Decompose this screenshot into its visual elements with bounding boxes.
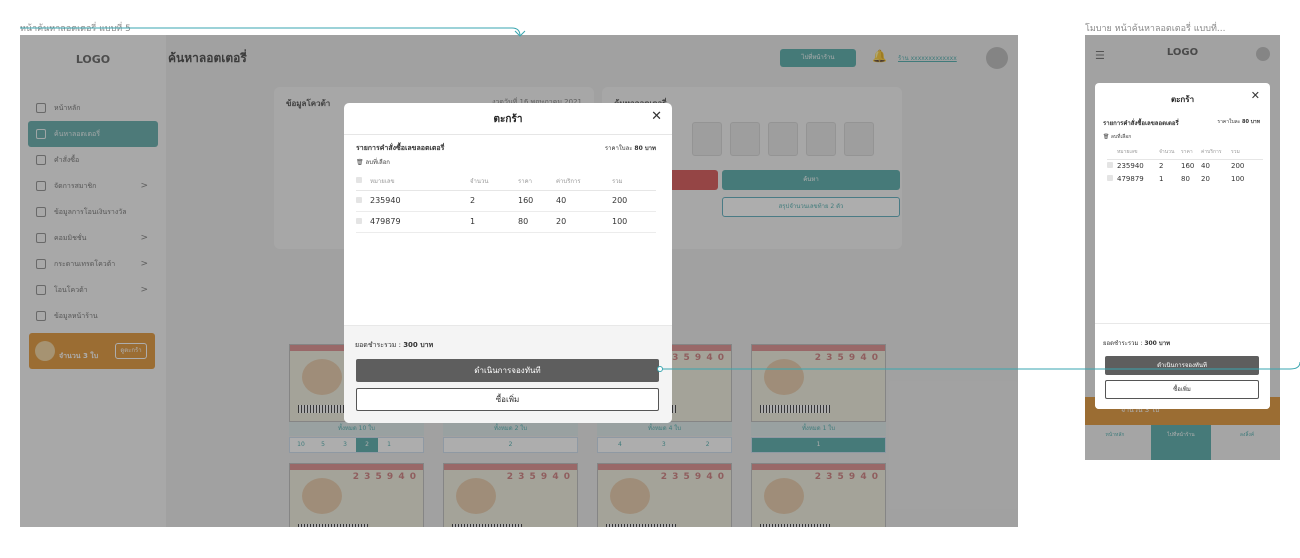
modal-title: ตะกร้า bbox=[1170, 95, 1195, 104]
unit-price: ราคาใบละ 80 บาท bbox=[1217, 119, 1260, 125]
select-all-checkbox[interactable] bbox=[356, 177, 362, 184]
column-header: หมายเลข bbox=[1117, 146, 1159, 160]
cell-quantity: 1 bbox=[470, 211, 518, 233]
cell-fee: 20 bbox=[556, 211, 612, 233]
book-now-button[interactable]: ดำเนินการจองทันที bbox=[356, 359, 659, 382]
cell-number: 235940 bbox=[370, 190, 470, 212]
grand-total: ยอดชำระรวม : 300 บาท bbox=[1103, 340, 1171, 347]
row-checkbox[interactable] bbox=[356, 218, 362, 224]
desktop-frame-label: หน้าค้นหาลอตเตอรี่ แบบที่ 5 bbox=[20, 24, 131, 34]
delete-selected-button[interactable]: 🗑 ลบที่เลือก bbox=[356, 157, 390, 167]
table-header-row: หมายเลข จำนวน ราคา ค่าบริการ รวม bbox=[1107, 146, 1263, 160]
table-row[interactable]: 235940 2 160 40 200 bbox=[356, 190, 656, 212]
column-header: ค่าบริการ bbox=[1201, 146, 1231, 160]
row-checkbox[interactable] bbox=[356, 197, 362, 203]
row-checkbox[interactable] bbox=[1107, 161, 1113, 168]
column-header: รวม bbox=[612, 173, 656, 191]
cell-total: 100 bbox=[612, 211, 656, 233]
cell-fee: 40 bbox=[556, 190, 612, 212]
cart-table: หมายเลข จำนวน ราคา ค่าบริการ รวม 235940 2… bbox=[1107, 146, 1263, 185]
mobile-cart-modal: ตะกร้า ✕ รายการคำสั่งซื้อเลขลอตเตอรี่ รา… bbox=[1095, 83, 1270, 409]
close-icon[interactable]: ✕ bbox=[651, 109, 662, 124]
modal-footer: ยอดชำระรวม : 300 บาท ดำเนินการจองทันที ซ… bbox=[344, 325, 672, 423]
order-list-title: รายการคำสั่งซื้อเลขลอตเตอรี่ bbox=[356, 144, 445, 152]
modal-footer: ยอดชำระรวม : 300 บาท ดำเนินการจองทันที ซ… bbox=[1095, 323, 1270, 409]
row-checkbox[interactable] bbox=[1107, 174, 1113, 181]
buy-more-button[interactable]: ซื้อเพิ่ม bbox=[356, 388, 659, 411]
cart-table: หมายเลข จำนวน ราคา ค่าบริการ รวม 235940 … bbox=[356, 173, 656, 233]
canvas: หน้าค้นหาลอตเตอรี่ แบบที่ 5 โมบาย หน้าค้… bbox=[0, 0, 1300, 558]
table-header-row: หมายเลข จำนวน ราคา ค่าบริการ รวม bbox=[356, 173, 656, 191]
delete-selected-button[interactable]: 🗑 ลบที่เลือก bbox=[1103, 133, 1131, 141]
unit-price: ราคาใบละ 80 บาท bbox=[604, 145, 656, 152]
cell-quantity: 2 bbox=[470, 190, 518, 212]
table-row[interactable]: 479879 1 80 20 100 bbox=[1107, 172, 1263, 185]
column-header: ค่าบริการ bbox=[556, 173, 612, 191]
mobile-frame-label: โมบาย หน้าค้นหาลอตเตอรี่ แบบที่... bbox=[1085, 24, 1226, 34]
column-header: รวม bbox=[1231, 146, 1263, 160]
column-header: จำนวน bbox=[470, 173, 518, 191]
column-header: หมายเลข bbox=[370, 173, 470, 191]
modal-header: ตะกร้า ✕ bbox=[344, 103, 672, 135]
grand-total: ยอดชำระรวม : 300 บาท bbox=[355, 341, 434, 349]
column-header: ราคา bbox=[1181, 146, 1201, 160]
table-row[interactable]: 235940 2 160 40 200 bbox=[1107, 159, 1263, 172]
cell-total: 200 bbox=[612, 190, 656, 212]
column-header: จำนวน bbox=[1159, 146, 1181, 160]
table-row[interactable]: 479879 1 80 20 100 bbox=[356, 211, 656, 233]
cell-price: 80 bbox=[518, 211, 556, 233]
cell-price: 160 bbox=[518, 190, 556, 212]
modal-title: ตะกร้า bbox=[493, 114, 523, 125]
column-header: ราคา bbox=[518, 173, 556, 191]
order-list-title: รายการคำสั่งซื้อเลขลอตเตอรี่ bbox=[1103, 120, 1179, 127]
cart-modal: ตะกร้า ✕ รายการคำสั่งซื้อเลขลอตเตอรี่ รา… bbox=[344, 103, 672, 423]
cell-number: 479879 bbox=[370, 211, 470, 233]
close-icon[interactable]: ✕ bbox=[1251, 89, 1260, 102]
buy-more-button[interactable]: ซื้อเพิ่ม bbox=[1105, 380, 1259, 399]
book-now-button[interactable]: ดำเนินการจองทันที bbox=[1105, 356, 1259, 375]
